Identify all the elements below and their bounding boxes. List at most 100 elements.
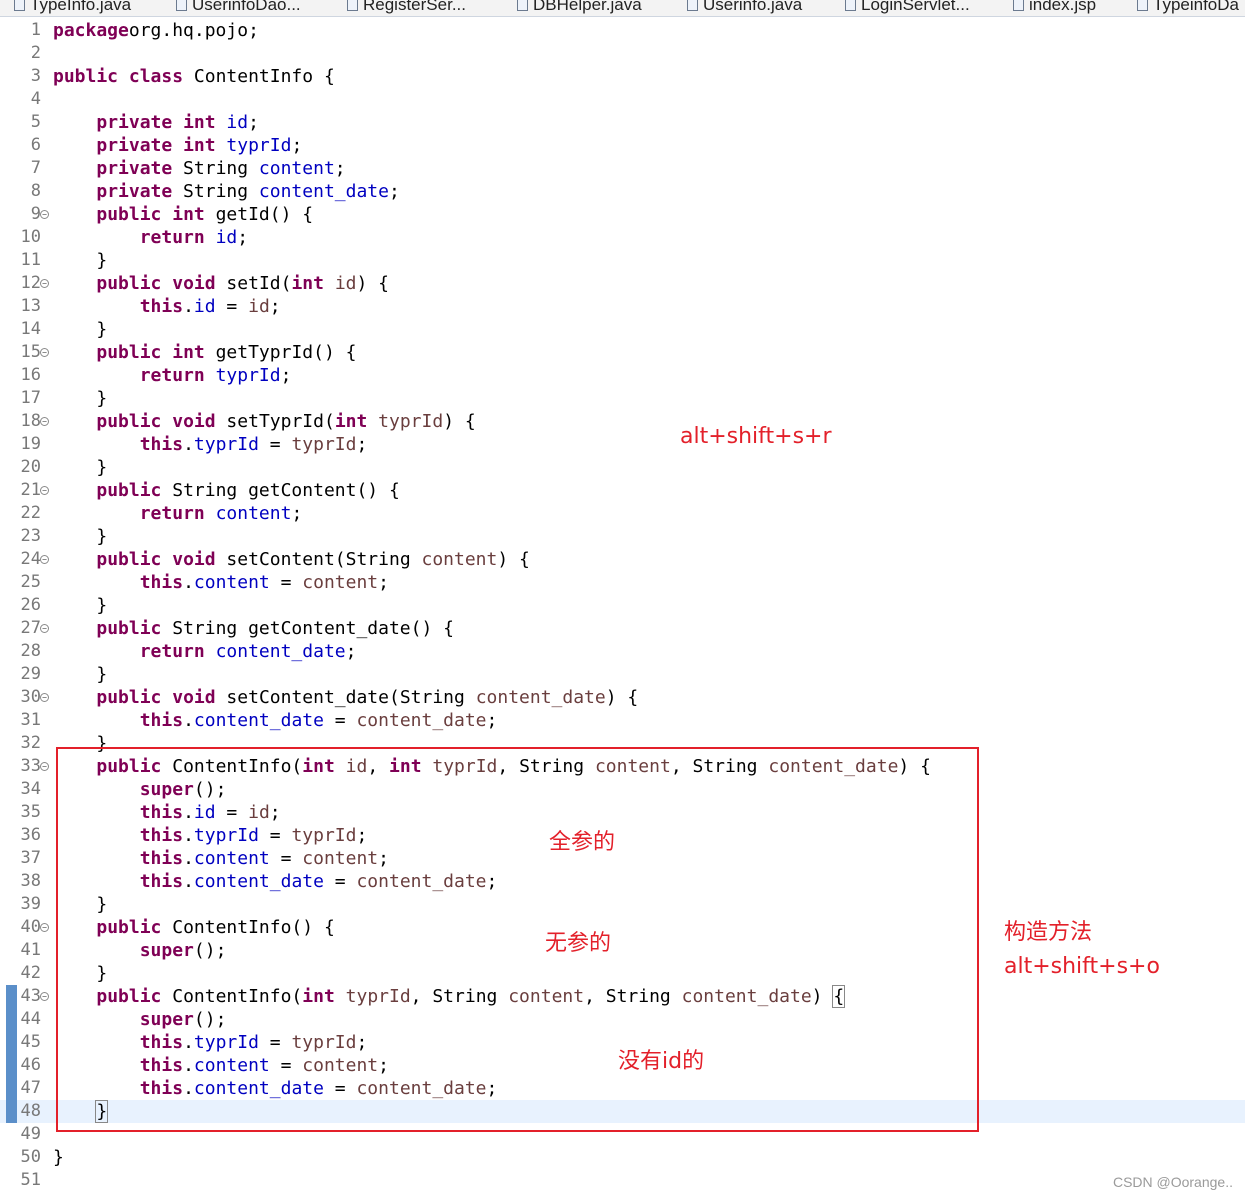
collapse-icon[interactable]: − bbox=[40, 417, 49, 426]
code-line[interactable]: 25 this.content = content; bbox=[0, 571, 1245, 594]
keyword-token: public bbox=[96, 687, 162, 708]
code-line[interactable]: 10 return id; bbox=[0, 226, 1245, 249]
annotation-getter-setter-shortcut: alt+shift+s+r bbox=[680, 424, 832, 449]
code-line[interactable]: 7 private String content; bbox=[0, 157, 1245, 180]
code-token: . bbox=[183, 434, 194, 455]
code-token: getId() { bbox=[204, 204, 314, 225]
line-number: 12 bbox=[20, 273, 41, 293]
code-text: public String getContent() { bbox=[53, 479, 399, 502]
code-line[interactable]: 51 bbox=[0, 1169, 1245, 1192]
code-token: } bbox=[53, 664, 108, 685]
collapse-icon[interactable]: − bbox=[40, 693, 49, 702]
editor-tab-bar: TypeInfo.java UserinfoDao... RegisterSer..… bbox=[0, 0, 1245, 17]
code-line[interactable]: 17 } bbox=[0, 387, 1245, 410]
line-number: 4 bbox=[30, 89, 41, 109]
code-line[interactable]: 2 bbox=[0, 42, 1245, 65]
code-text: this.content_date = content_date; bbox=[53, 709, 498, 732]
code-line[interactable]: 28 return content_date; bbox=[0, 640, 1245, 663]
code-line[interactable]: 6 private int typrId; bbox=[0, 134, 1245, 157]
code-line[interactable]: 18− public void setTyprId(int typrId) { bbox=[0, 410, 1245, 433]
collapse-icon[interactable]: − bbox=[40, 992, 49, 1001]
code-line[interactable]: 19 this.typrId = typrId; bbox=[0, 433, 1245, 456]
code-line[interactable]: 22 return content; bbox=[0, 502, 1245, 525]
line-number: 6 bbox=[30, 135, 41, 155]
code-token: ; bbox=[291, 135, 303, 156]
collapse-icon[interactable]: − bbox=[40, 555, 49, 564]
collapse-icon[interactable]: − bbox=[40, 762, 49, 771]
collapse-icon[interactable]: − bbox=[40, 486, 49, 495]
code-text: } bbox=[53, 456, 107, 479]
code-token: ) { bbox=[443, 411, 476, 432]
tab-registerser[interactable]: RegisterSer... bbox=[347, 0, 466, 16]
tab-typeinfo-java[interactable]: TypeInfo.java bbox=[14, 0, 131, 16]
tab-userinfo-java[interactable]: Userinfo.java bbox=[687, 0, 802, 16]
keyword-token: class bbox=[128, 66, 184, 87]
line-number: 24 bbox=[20, 549, 41, 569]
java-file-icon bbox=[176, 0, 187, 11]
code-line[interactable]: 31 this.content_date = content_date; bbox=[0, 709, 1245, 732]
code-token: = bbox=[323, 710, 357, 731]
collapse-icon[interactable]: − bbox=[40, 210, 49, 219]
code-line[interactable]: 14 } bbox=[0, 318, 1245, 341]
tab-label: TypeInfo.java bbox=[30, 0, 132, 14]
line-number: 25 bbox=[20, 572, 41, 592]
code-token: = bbox=[215, 296, 249, 317]
code-text: public int getTyprId() { bbox=[53, 341, 356, 364]
code-line[interactable]: 1 packageorg.hq.pojo; bbox=[0, 19, 1245, 42]
code-line[interactable]: 9− public int getId() { bbox=[0, 203, 1245, 226]
code-line[interactable]: 21− public String getContent() { bbox=[0, 479, 1245, 502]
tab-index-jsp[interactable]: index.jsp bbox=[1013, 0, 1096, 16]
collapse-icon[interactable]: − bbox=[40, 923, 49, 932]
code-token: setId( bbox=[215, 273, 292, 294]
code-line[interactable]: 4 bbox=[0, 88, 1245, 111]
code-line[interactable]: 29 } bbox=[0, 663, 1245, 686]
keyword-token: int bbox=[291, 273, 324, 294]
code-line[interactable]: 50} bbox=[0, 1146, 1245, 1169]
code-text: } bbox=[53, 663, 107, 686]
java-file-icon bbox=[845, 0, 856, 11]
line-number: 19 bbox=[20, 434, 41, 454]
code-token: } bbox=[53, 526, 108, 547]
code-token: . bbox=[183, 710, 194, 731]
code-token: = bbox=[258, 434, 292, 455]
code-line[interactable]: 8 private String content_date; bbox=[0, 180, 1245, 203]
code-line[interactable]: 3 public class ContentInfo { bbox=[0, 65, 1245, 88]
collapse-icon[interactable]: − bbox=[40, 348, 49, 357]
code-line[interactable]: 23 } bbox=[0, 525, 1245, 548]
collapse-icon[interactable]: − bbox=[40, 279, 49, 288]
code-line[interactable]: 26 } bbox=[0, 594, 1245, 617]
code-line[interactable]: 30− public void setContent_date(String c… bbox=[0, 686, 1245, 709]
code-text: } bbox=[53, 594, 107, 617]
code-line[interactable]: 13 this.id = id; bbox=[0, 295, 1245, 318]
code-line[interactable]: 11 } bbox=[0, 249, 1245, 272]
code-line[interactable]: 15− public int getTyprId() { bbox=[0, 341, 1245, 364]
tab-label: Userinfo.java bbox=[703, 0, 803, 14]
code-line[interactable]: 27− public String getContent_date() { bbox=[0, 617, 1245, 640]
line-number: 20 bbox=[20, 457, 41, 477]
tab-userinfodao[interactable]: UserinfoDao... bbox=[176, 0, 301, 16]
collapse-icon[interactable]: − bbox=[40, 624, 49, 633]
tab-dbhelper-java[interactable]: DBHelper.java bbox=[517, 0, 642, 16]
tab-loginservlet[interactable]: LoginServlet... bbox=[845, 0, 970, 16]
code-token: ; bbox=[237, 227, 249, 248]
code-token: ; bbox=[356, 434, 368, 455]
code-line[interactable]: 5 private int id; bbox=[0, 111, 1245, 134]
line-number: 27 bbox=[20, 618, 41, 638]
tab-typeinfoda[interactable]: TypeinfoDa bbox=[1137, 0, 1239, 16]
keyword-token: public bbox=[96, 549, 162, 570]
code-line[interactable]: 20 } bbox=[0, 456, 1245, 479]
keyword-token: public bbox=[53, 66, 119, 87]
field-token: content bbox=[215, 503, 292, 524]
code-line[interactable]: 12− public void setId(int id) { bbox=[0, 272, 1245, 295]
code-line[interactable]: 16 return typrId; bbox=[0, 364, 1245, 387]
code-line[interactable]: 24− public void setContent(String conten… bbox=[0, 548, 1245, 571]
line-number: 41 bbox=[20, 940, 41, 960]
